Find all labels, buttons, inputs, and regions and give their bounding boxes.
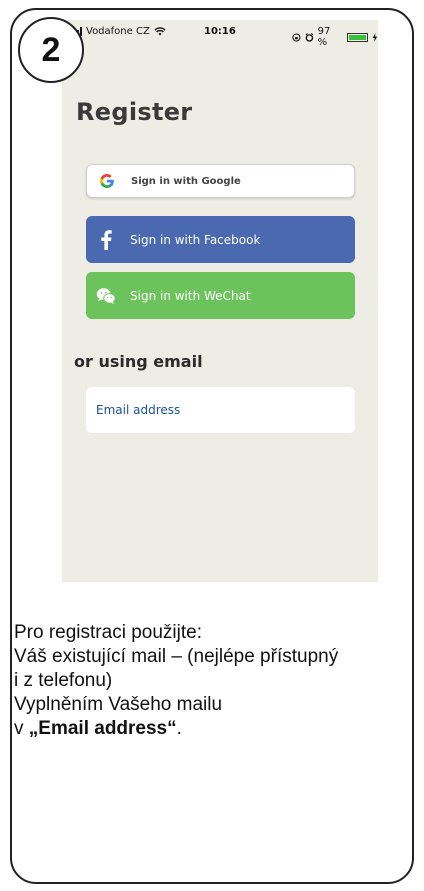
facebook-signin-label: Sign in with Facebook (130, 232, 261, 247)
battery-percent: 97 % (317, 26, 331, 48)
wechat-signin-button[interactable]: Sign in with WeChat (86, 272, 355, 319)
instructions-text: Pro registraci použijte: Váš existující … (14, 621, 410, 741)
wifi-icon (154, 27, 166, 36)
phone-screen: Vodafone CZ 10:16 97 % Register Sign in … (62, 20, 378, 582)
step-number-badge: 2 (18, 17, 84, 83)
google-icon (97, 171, 117, 191)
wechat-signin-label: Sign in with WeChat (130, 288, 251, 303)
status-left: Vodafone CZ (74, 26, 166, 37)
page-title: Register (76, 98, 193, 126)
charging-icon (372, 32, 378, 42)
email-input[interactable] (86, 387, 355, 433)
facebook-signin-button[interactable]: Sign in with Facebook (86, 216, 355, 263)
google-signin-button[interactable]: Sign in with Google (86, 164, 355, 198)
email-section-title: or using email (74, 352, 203, 371)
google-signin-label: Sign in with Google (131, 175, 241, 187)
carrier-name: Vodafone CZ (86, 26, 150, 37)
battery-level (348, 34, 366, 40)
instruction-line-5-prefix: v (14, 718, 29, 739)
instruction-highlight: „Email address“ (28, 718, 177, 739)
instruction-line-1: Pro registraci použijte: (14, 622, 202, 643)
instruction-line-5: v „Email address“. (14, 717, 410, 741)
status-time: 10:16 (204, 26, 236, 37)
instruction-line-4: Vyplněním Vašeho mailu (14, 694, 223, 715)
status-bar: Vodafone CZ 10:16 97 % (62, 20, 378, 48)
instruction-line-3: i z telefonu) (14, 670, 113, 691)
facebook-icon (96, 229, 116, 250)
instruction-line-2: Váš existující mail – (nejlépe přístupný (14, 646, 339, 667)
instruction-line-5-suffix: . (176, 718, 182, 739)
rotation-lock-icon (292, 32, 301, 42)
status-right: 97 % (292, 26, 378, 48)
alarm-icon (305, 32, 314, 42)
battery-icon (346, 32, 369, 42)
wechat-icon (96, 286, 116, 306)
